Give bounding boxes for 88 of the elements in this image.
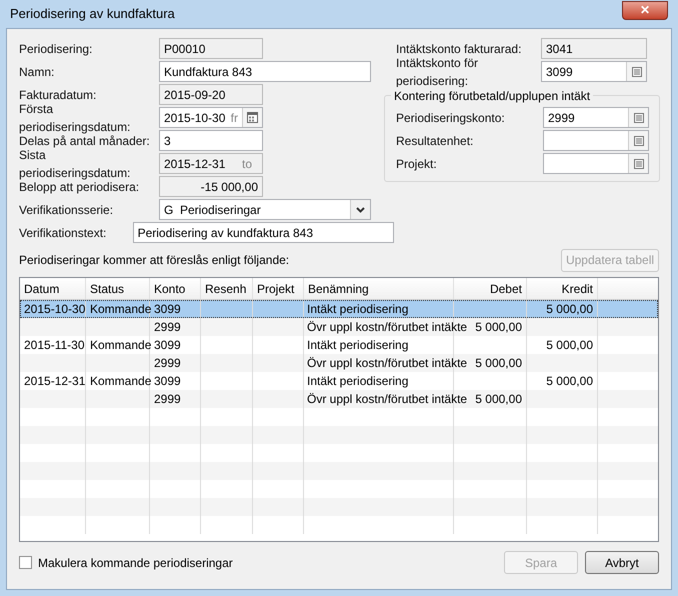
text-field[interactable]: Periodisering av kundfaktura 843	[132, 222, 394, 243]
table-cell-text: Intäkt periodisering	[307, 337, 408, 354]
account-field[interactable]	[543, 153, 649, 174]
field-label: Första periodiseringsdatum:	[19, 100, 132, 135]
calendar-icon	[247, 112, 258, 123]
table-cell-text: Kommande	[90, 337, 152, 354]
table-caption: Periodiseringar kommer att föreslås enligt följande:	[19, 252, 290, 269]
table-row[interactable]: 2999 Övr uppl kostn/förutbet intäkte 5 000,00	[20, 354, 658, 372]
table-cell-text: 3099	[154, 337, 181, 354]
field-label: Belopp att periodisera:	[19, 180, 140, 196]
date-suffix: fr	[230, 110, 239, 126]
field-label: Verifikationstext:	[19, 224, 108, 242]
table-cell-text: 5 000,00	[475, 391, 522, 408]
account-field[interactable]: 2999	[543, 107, 649, 128]
table-cell-text: 2015-11-30	[24, 337, 84, 354]
column-header[interactable]: Konto	[150, 278, 201, 299]
window-title: Periodisering av kundfaktura	[10, 5, 175, 24]
table-cell-text: 5 000,00	[546, 337, 593, 354]
list-icon	[634, 158, 644, 168]
readonly-field: 3041	[541, 38, 647, 59]
column-header[interactable]: Resenh	[201, 278, 253, 299]
table-cell-text: 2015-12-31	[24, 373, 86, 390]
table-cell-text: 5 000,00	[546, 301, 593, 318]
date-suffix: to	[242, 156, 253, 172]
column-header[interactable]: Debet	[454, 278, 527, 299]
chevron-down-icon	[356, 206, 365, 212]
table-row[interactable]: 2999 Övr uppl kostn/förutbet intäkte 5 000,00	[20, 318, 658, 336]
table-cell-text: Övr uppl kostn/förutbet intäkte	[307, 355, 468, 372]
field-label: Fakturadatum:	[19, 86, 98, 104]
field-label: Namn:	[19, 64, 56, 80]
list-icon	[632, 66, 642, 76]
table-cell-text: Intäkt periodisering	[307, 301, 408, 318]
readonly-field: 2015-09-20	[159, 84, 263, 105]
date-field[interactable]: 2015-10-30 fr	[159, 107, 263, 128]
dropdown-value: G Periodiseringar	[163, 202, 262, 218]
table-cell-text: 3099	[154, 301, 181, 318]
column-header[interactable]: Benämning	[304, 278, 454, 299]
lookup-button[interactable]	[628, 108, 648, 127]
table-cell-text: 5 000,00	[475, 355, 522, 372]
lookup-button[interactable]	[628, 154, 648, 173]
table-cell-text: 5 000,00	[546, 373, 593, 390]
table-cell-text: Intäkt periodisering	[307, 373, 408, 390]
table-cell-text: 5 000,00	[475, 319, 522, 336]
lookup-button[interactable]	[628, 131, 648, 150]
field-label: Intäktskonto för periodisering:	[395, 54, 480, 90]
list-icon	[634, 136, 644, 146]
field-label: Sista periodiseringsdatum:	[19, 148, 132, 182]
table-cell-text: 2015-10-30	[24, 301, 86, 318]
table-cell-text: Övr uppl kostn/förutbet intäkte	[307, 319, 468, 336]
table-cell-text: Kommande	[90, 301, 152, 318]
table-cell-text: 2999	[154, 391, 181, 408]
lookup-button[interactable]	[626, 62, 646, 81]
column-header[interactable]: Projekt	[253, 278, 304, 299]
amount-field: -15 000,00	[159, 176, 263, 197]
table-row[interactable]: 2999 Övr uppl kostn/förutbet intäkte 5 000,00	[20, 390, 658, 408]
checkbox[interactable]	[19, 556, 32, 569]
date-value: 2015-12-31	[163, 156, 226, 172]
account-value: 3099	[545, 64, 574, 80]
group-title: Kontering förutbetald/upplupen intäkt	[391, 87, 594, 105]
list-icon	[634, 112, 644, 122]
field-label: Delas på antal månader:	[19, 134, 151, 150]
date-value: 2015-10-30	[163, 110, 226, 126]
field-label: Verifikationsserie:	[19, 202, 114, 218]
readonly-field: P00010	[159, 38, 263, 59]
checkbox-label: Makulera kommande periodiseringar	[38, 554, 233, 572]
dialog-button[interactable]: Avbryt	[585, 551, 659, 574]
field-label: Resultatenhet:	[396, 132, 474, 150]
table-row[interactable]: 2015-10-30 Kommande 3099 Intäkt periodisering 5 000,00	[20, 300, 658, 318]
table-cell-text: 2999	[154, 319, 181, 336]
column-header[interactable]: Datum	[20, 278, 86, 299]
account-field[interactable]: 3099	[541, 61, 647, 82]
calendar-button[interactable]	[242, 108, 262, 127]
field-label: Projekt:	[396, 156, 438, 172]
table-cell-text: 3099	[154, 373, 181, 390]
text-field[interactable]: Kundfaktura 843	[159, 61, 371, 82]
field-label: Periodiseringskonto:	[396, 110, 506, 126]
dropdown-button[interactable]	[350, 200, 370, 219]
field-label: Periodisering:	[19, 40, 94, 58]
field-label: Intäktskonto fakturarad:	[395, 40, 522, 58]
table-cell-text: 2999	[154, 355, 181, 372]
column-header[interactable]: Kredit	[527, 278, 598, 299]
table-cell-text: Kommande	[90, 373, 152, 390]
column-header[interactable]: Status	[86, 278, 150, 299]
table-cell-text: Övr uppl kostn/förutbet intäkte	[307, 391, 468, 408]
text-field[interactable]: 3	[159, 130, 263, 151]
series-dropdown[interactable]: G Periodiseringar	[159, 199, 371, 220]
account-field[interactable]	[543, 130, 649, 151]
account-value: 2999	[547, 110, 576, 126]
